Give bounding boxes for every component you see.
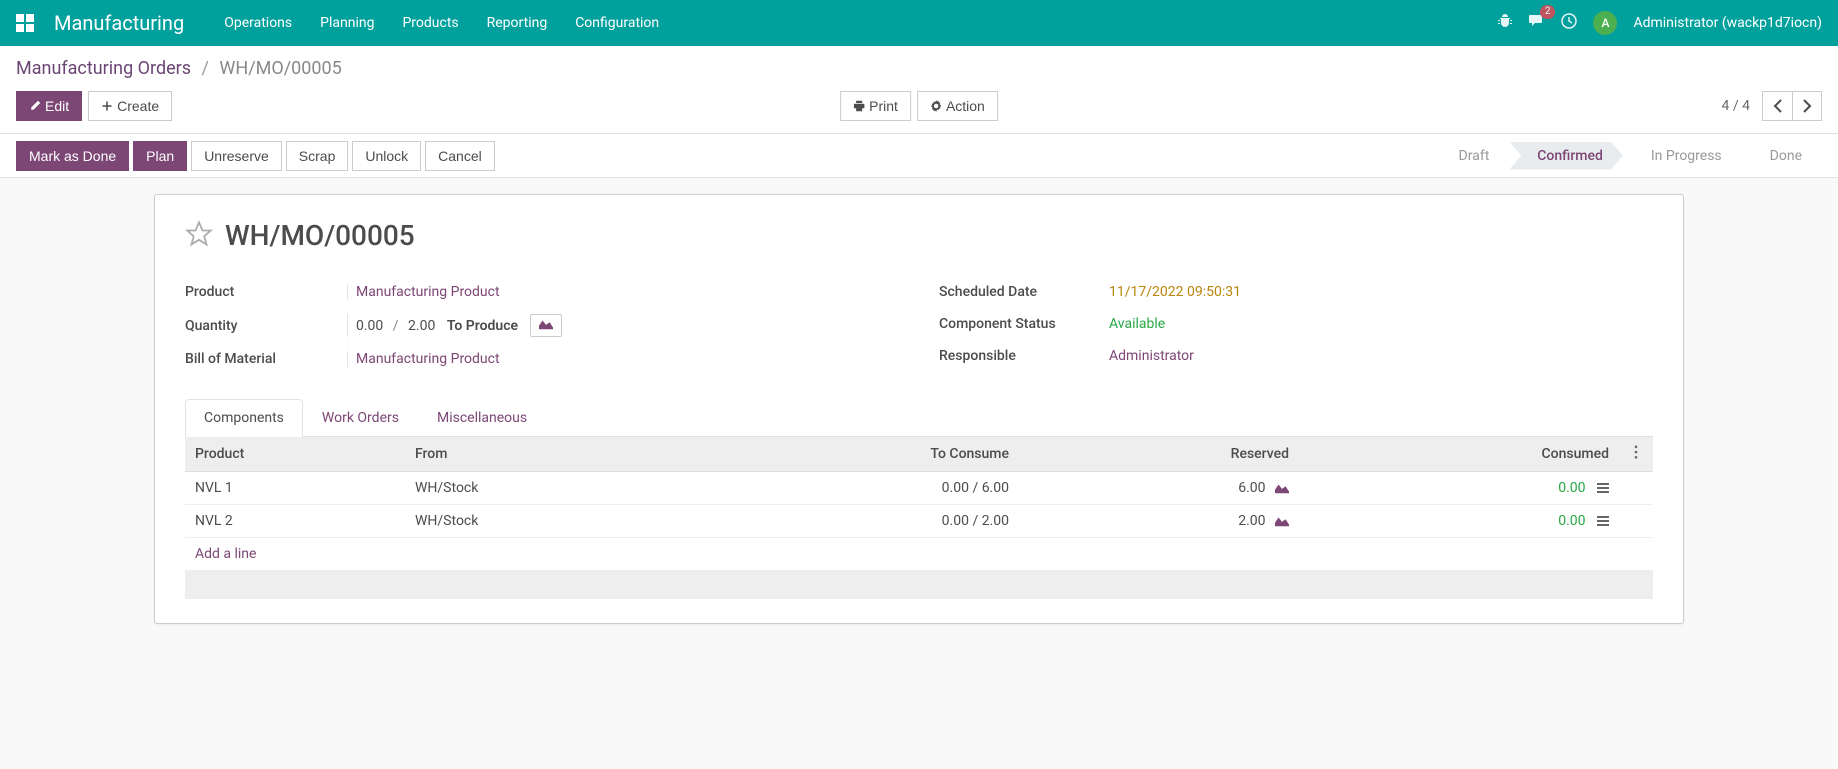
nav-reporting[interactable]: Reporting (487, 15, 548, 31)
nav-products[interactable]: Products (402, 15, 458, 31)
activities-icon[interactable] (1561, 13, 1577, 33)
qty-total: 2.00 (408, 318, 435, 334)
bom-label: Bill of Material (185, 351, 355, 367)
status-bar: Mark as Done Plan Unreserve Scrap Unlock… (0, 134, 1838, 178)
step-confirmed[interactable]: Confirmed (1509, 142, 1623, 170)
nav-planning[interactable]: Planning (320, 15, 374, 31)
scrap-button[interactable]: Scrap (286, 141, 349, 171)
breadcrumb: Manufacturing Orders / WH/MO/00005 (16, 58, 1822, 79)
apps-icon[interactable] (16, 14, 34, 32)
responsible-value[interactable]: Administrator (1109, 348, 1194, 364)
scheduled-date-label: Scheduled Date (939, 284, 1109, 300)
tab-work-orders[interactable]: Work Orders (303, 399, 418, 436)
cell-to-consume: 0.00 / 6.00 (625, 472, 1019, 505)
user-avatar[interactable]: A (1593, 11, 1617, 35)
col-product[interactable]: Product (185, 437, 405, 472)
pager-counter: 4 / 4 (1722, 98, 1750, 114)
table-row[interactable]: NVL 1WH/Stock0.00 / 6.006.00 0.00 (185, 472, 1653, 505)
col-reserved[interactable]: Reserved (1019, 437, 1299, 472)
control-panel: Manufacturing Orders / WH/MO/00005 Edit … (0, 46, 1838, 134)
messages-icon[interactable]: 2 (1529, 13, 1545, 33)
step-done[interactable]: Done (1742, 142, 1822, 170)
action-button[interactable]: Action (917, 91, 998, 121)
product-value[interactable]: Manufacturing Product (356, 284, 500, 300)
nav-configuration[interactable]: Configuration (575, 15, 659, 31)
cell-from: WH/Stock (405, 472, 625, 505)
qty-done: 0.00 (356, 318, 383, 334)
col-from[interactable]: From (405, 437, 625, 472)
record-title: WH/MO/00005 (225, 219, 415, 252)
app-brand[interactable]: Manufacturing (54, 11, 184, 35)
forecast-icon[interactable] (1269, 480, 1289, 496)
cell-product: NVL 1 (185, 472, 405, 505)
pager-next[interactable] (1792, 91, 1822, 121)
plan-button[interactable]: Plan (133, 141, 187, 171)
mark-done-button[interactable]: Mark as Done (16, 141, 129, 171)
cell-product: NVL 2 (185, 505, 405, 538)
responsible-label: Responsible (939, 348, 1109, 364)
cell-consumed: 0.00 (1299, 472, 1619, 505)
detail-icon[interactable] (1597, 483, 1609, 493)
status-steps: Draft Confirmed In Progress Done (1443, 142, 1822, 170)
breadcrumb-root[interactable]: Manufacturing Orders (16, 58, 191, 79)
debug-icon[interactable] (1497, 13, 1513, 33)
col-to-consume[interactable]: To Consume (625, 437, 1019, 472)
print-button[interactable]: Print (840, 91, 911, 121)
cell-to-consume: 0.00 / 2.00 (625, 505, 1019, 538)
tab-components[interactable]: Components (185, 399, 303, 437)
pager-prev[interactable] (1762, 91, 1792, 121)
cell-from: WH/Stock (405, 505, 625, 538)
tabs: Components Work Orders Miscellaneous (185, 399, 1653, 437)
step-in-progress[interactable]: In Progress (1623, 142, 1742, 170)
unreserve-button[interactable]: Unreserve (191, 141, 282, 171)
table-options-icon[interactable] (1629, 447, 1643, 463)
components-table: Product From To Consume Reserved Consume… (185, 437, 1653, 599)
forecast-button[interactable] (530, 314, 562, 337)
step-draft[interactable]: Draft (1443, 142, 1510, 170)
table-row[interactable]: NVL 2WH/Stock0.00 / 2.002.00 0.00 (185, 505, 1653, 538)
cancel-button[interactable]: Cancel (425, 141, 495, 171)
to-produce-label: To Produce (447, 318, 518, 334)
form-sheet: WH/MO/00005 Product Manufacturing Produc… (154, 194, 1684, 624)
tab-misc[interactable]: Miscellaneous (418, 399, 546, 436)
detail-icon[interactable] (1597, 516, 1609, 526)
edit-button[interactable]: Edit (16, 91, 82, 121)
cell-reserved: 6.00 (1019, 472, 1299, 505)
username[interactable]: Administrator (wackp1d7iocn) (1633, 15, 1822, 31)
nav-menu: Operations Planning Products Reporting C… (224, 15, 659, 31)
nav-operations[interactable]: Operations (224, 15, 292, 31)
col-consumed[interactable]: Consumed (1299, 437, 1619, 472)
scheduled-date-value: 11/17/2022 09:50:31 (1109, 284, 1241, 300)
forecast-icon[interactable] (1269, 513, 1289, 529)
component-status-label: Component Status (939, 316, 1109, 332)
create-button[interactable]: Create (88, 91, 172, 121)
messages-badge: 2 (1540, 5, 1556, 19)
add-line-link[interactable]: Add a line (195, 546, 256, 562)
main-navbar: Manufacturing Operations Planning Produc… (0, 0, 1838, 46)
cell-consumed: 0.00 (1299, 505, 1619, 538)
product-label: Product (185, 284, 355, 300)
cell-reserved: 2.00 (1019, 505, 1299, 538)
component-status-value: Available (1109, 316, 1165, 332)
favorite-star-icon[interactable] (185, 220, 213, 252)
unlock-button[interactable]: Unlock (352, 141, 421, 171)
bom-value[interactable]: Manufacturing Product (356, 351, 500, 367)
quantity-label: Quantity (185, 318, 355, 334)
breadcrumb-current: WH/MO/00005 (219, 58, 341, 79)
